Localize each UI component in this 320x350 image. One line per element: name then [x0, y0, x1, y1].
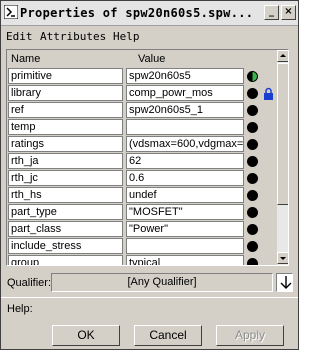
table-row[interactable]: rth_jc 0.6: [7, 170, 277, 187]
close-button[interactable]: ×: [281, 5, 296, 20]
cancel-button[interactable]: Cancel: [134, 325, 202, 346]
visibility-indicator-icon[interactable]: [247, 258, 258, 265]
minimize-icon: _: [269, 6, 274, 17]
column-header-value[interactable]: Value: [138, 53, 165, 65]
attribute-name-cell[interactable]: ratings: [8, 136, 123, 152]
attribute-name-cell[interactable]: ref: [8, 102, 123, 118]
table-rows: primitive spw20n60s5 library comp_powr_mos r…: [7, 68, 277, 265]
attribute-value-cell[interactable]: "MOSFET": [126, 204, 244, 220]
window-title: Properties of spw20n60s5.spw...: [20, 6, 254, 20]
visibility-indicator-icon[interactable]: [247, 105, 258, 116]
attribute-value-cell[interactable]: (vdsmax=600,vdgmax=u: [126, 136, 244, 152]
visibility-indicator-icon[interactable]: [247, 122, 258, 133]
close-icon: ×: [284, 6, 293, 17]
table-row[interactable]: part_type "MOSFET": [7, 204, 277, 221]
qualifier-field[interactable]: [Any Qualifier]: [51, 273, 273, 292]
vertical-scrollbar[interactable]: [277, 50, 288, 265]
attribute-name-cell[interactable]: rth_jc: [8, 170, 123, 186]
table-row[interactable]: temp: [7, 119, 277, 136]
arrow-down-icon: [280, 257, 286, 260]
attribute-name-cell[interactable]: primitive: [8, 68, 123, 84]
visibility-indicator-icon[interactable]: [247, 173, 258, 184]
visibility-indicator-icon[interactable]: [247, 224, 258, 235]
attribute-name-cell[interactable]: include_stress: [8, 238, 123, 254]
qualifier-label: Qualifier:: [7, 277, 52, 289]
window-app-icon[interactable]: [4, 5, 18, 19]
visibility-indicator-icon[interactable]: [247, 190, 258, 201]
attribute-value-cell[interactable]: spw20n60s5_1: [126, 102, 244, 118]
visibility-indicator-icon[interactable]: [247, 88, 258, 99]
arrow-down-return-icon: [280, 276, 292, 289]
qualifier-dropdown-button[interactable]: [276, 273, 293, 292]
table-row[interactable]: primitive spw20n60s5: [7, 68, 277, 85]
table-header: Name Value: [7, 50, 277, 68]
visibility-indicator-icon[interactable]: [247, 139, 258, 150]
attribute-name-cell[interactable]: group: [8, 255, 123, 265]
attribute-value-cell[interactable]: comp_powr_mos: [126, 85, 244, 101]
table-row[interactable]: rth_hs undef: [7, 187, 277, 204]
properties-window: Properties of spw20n60s5.spw... _ × Edit…: [0, 0, 299, 350]
table-row[interactable]: group typical: [7, 255, 277, 265]
column-header-name[interactable]: Name: [11, 53, 40, 65]
attribute-name-cell[interactable]: rth_hs: [8, 187, 123, 203]
attribute-value-cell[interactable]: [126, 238, 244, 254]
scroll-up-button[interactable]: [277, 50, 288, 62]
help-label: Help:: [7, 303, 33, 315]
scroll-down-button[interactable]: [277, 252, 288, 264]
visibility-indicator-icon[interactable]: [247, 71, 258, 82]
attribute-value-cell[interactable]: "Power": [126, 221, 244, 237]
attribute-value-cell[interactable]: 62: [126, 153, 244, 169]
attribute-value-cell[interactable]: [126, 119, 244, 135]
table-row[interactable]: rth_ja 62: [7, 153, 277, 170]
menu-help[interactable]: Help: [113, 30, 140, 43]
attribute-value-cell[interactable]: undef: [126, 187, 244, 203]
table-row[interactable]: include_stress: [7, 238, 277, 255]
attribute-name-cell[interactable]: part_type: [8, 204, 123, 220]
lock-icon[interactable]: [263, 87, 274, 100]
arrow-up-icon: [280, 54, 286, 57]
menu-bar: Edit Attributes Help: [1, 27, 298, 45]
attribute-name-cell[interactable]: rth_ja: [8, 153, 123, 169]
table-row[interactable]: ref spw20n60s5_1: [7, 102, 277, 119]
menu-attributes[interactable]: Attributes: [40, 30, 106, 43]
attribute-value-cell[interactable]: typical: [126, 255, 244, 265]
attribute-name-cell[interactable]: temp: [8, 119, 123, 135]
title-bar[interactable]: Properties of spw20n60s5.spw... _ ×: [1, 1, 298, 26]
minimize-button[interactable]: _: [264, 5, 279, 20]
visibility-indicator-icon[interactable]: [247, 156, 258, 167]
attribute-value-cell[interactable]: spw20n60s5: [126, 68, 244, 84]
menu-edit[interactable]: Edit: [6, 30, 33, 43]
table-row[interactable]: part_class "Power": [7, 221, 277, 238]
apply-button[interactable]: Apply: [216, 325, 284, 346]
table-row[interactable]: ratings (vdsmax=600,vdgmax=u: [7, 136, 277, 153]
ok-button[interactable]: OK: [52, 325, 120, 346]
table-row[interactable]: library comp_powr_mos: [7, 85, 277, 102]
properties-table: Name Value primitive spw20n60s5 library com…: [6, 49, 289, 266]
visibility-indicator-icon[interactable]: [247, 241, 258, 252]
scroll-thumb[interactable]: [277, 63, 288, 205]
attribute-name-cell[interactable]: library: [8, 85, 123, 101]
help-area: [1, 297, 298, 319]
attribute-value-cell[interactable]: 0.6: [126, 170, 244, 186]
attribute-name-cell[interactable]: part_class: [8, 221, 123, 237]
visibility-indicator-icon[interactable]: [247, 207, 258, 218]
